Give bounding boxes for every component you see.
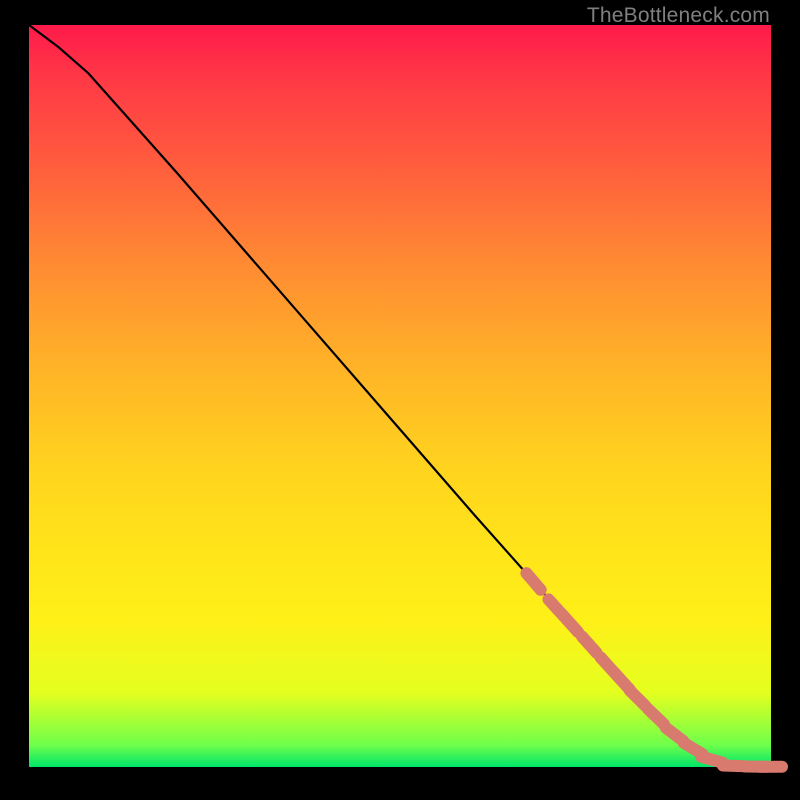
highlight-capsule <box>526 573 540 590</box>
highlight-capsule <box>630 690 646 706</box>
highlight-capsule <box>648 709 664 724</box>
curve-line <box>29 25 771 767</box>
highlight-points <box>526 573 782 767</box>
highlight-capsule <box>563 616 578 632</box>
chart-overlay <box>29 25 771 767</box>
highlight-capsule <box>582 636 597 652</box>
chart-frame: TheBottleneck.com <box>0 0 800 800</box>
watermark-text: TheBottleneck.com <box>587 4 770 28</box>
